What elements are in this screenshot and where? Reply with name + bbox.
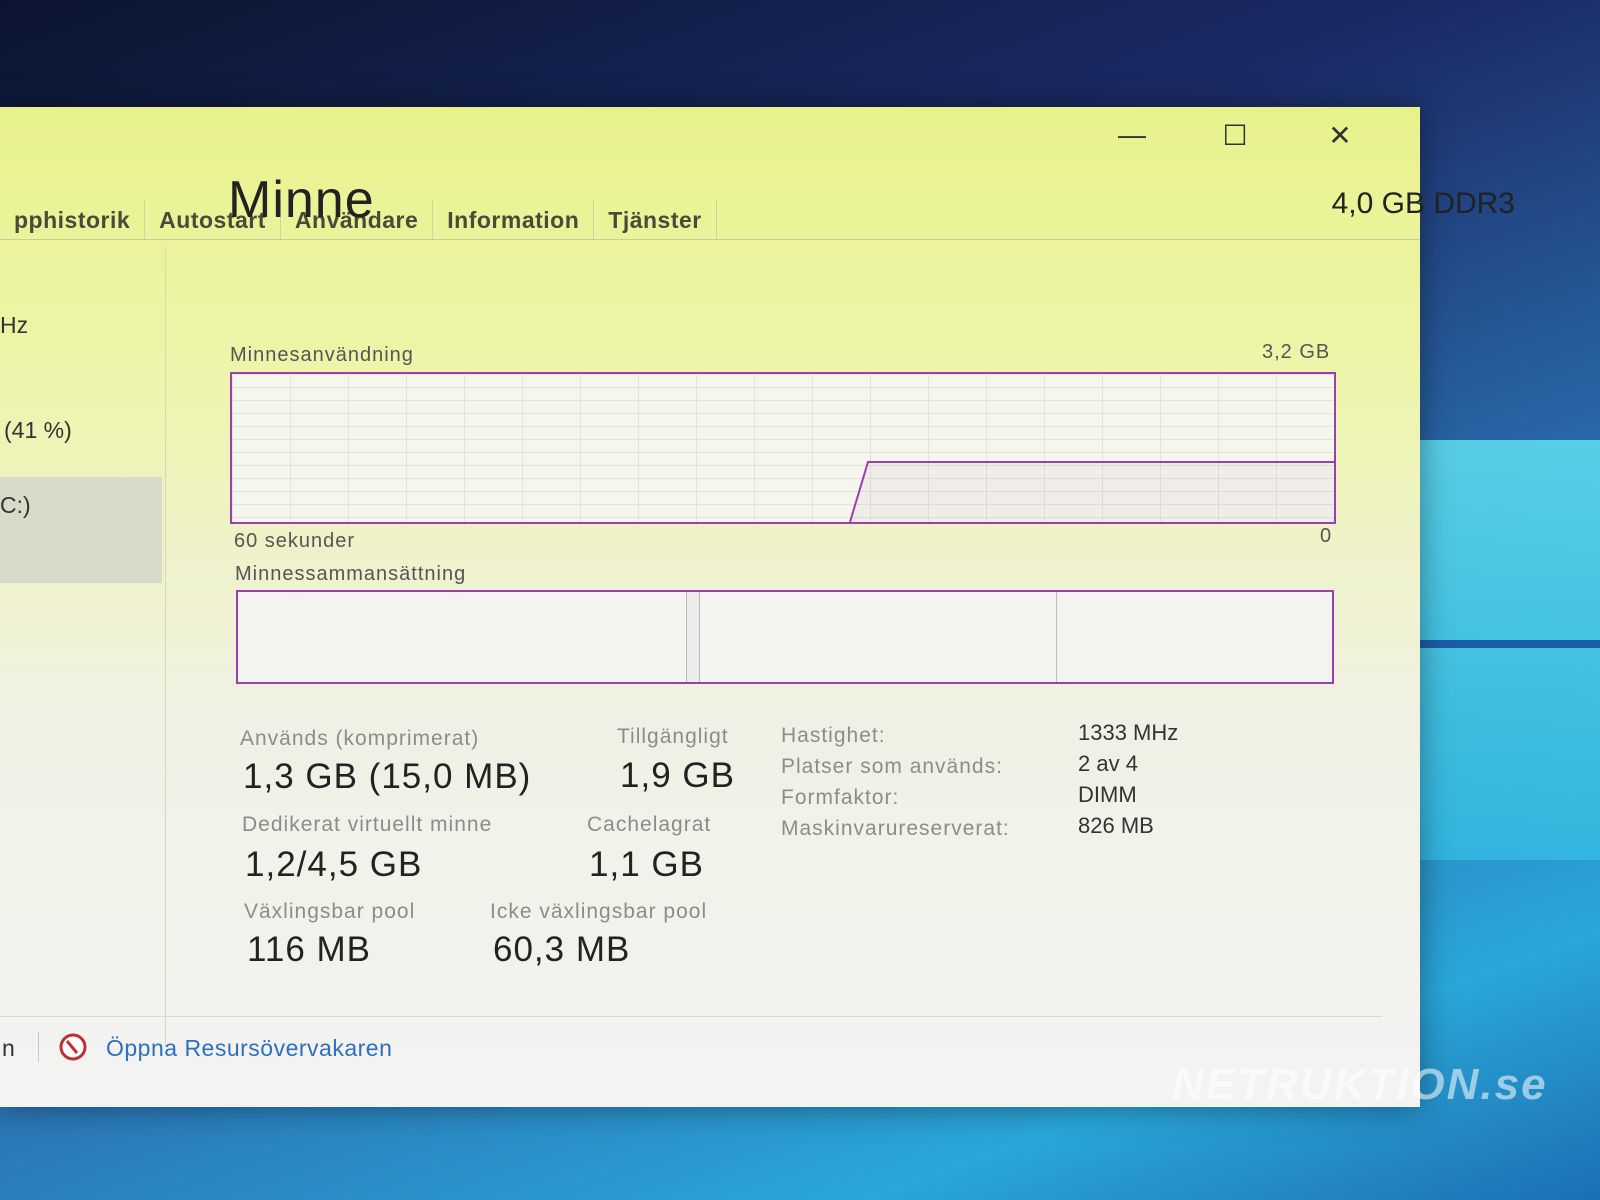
- performance-sidebar: Hz (41 %) C:): [0, 247, 166, 1047]
- hardware-reserved-label: Maskinvarureserverat:: [781, 817, 1010, 840]
- sidebar-item-cpu[interactable]: Hz: [0, 312, 28, 339]
- memory-usage-graph: [230, 372, 1336, 524]
- tab-bar: pphistorik Autostart Användare Informati…: [0, 199, 1420, 240]
- cached-label: Cachelagrat: [587, 813, 712, 836]
- nonpaged-value: 60,3 MB: [493, 930, 631, 969]
- memory-usage-line: [849, 461, 1334, 522]
- form-factor-label: Formfaktor:: [781, 786, 900, 809]
- used-label: Används (komprimerat): [240, 727, 480, 750]
- available-label: Tillgängligt: [617, 725, 729, 748]
- maximize-button[interactable]: ☐: [1200, 115, 1270, 155]
- used-value: 1,3 GB (15,0 MB): [243, 757, 532, 796]
- speed-value: 1333 MHz: [1078, 720, 1179, 745]
- hardware-reserved-value: 826 MB: [1078, 813, 1154, 838]
- committed-value: 1,2/4,5 GB: [245, 845, 423, 884]
- paged-label: Växlingsbar pool: [244, 900, 416, 923]
- usage-max-label: 3,2 GB: [1262, 341, 1331, 363]
- usage-label: Minnesanvändning: [230, 344, 414, 366]
- composition-segment-divider: [1056, 592, 1057, 682]
- sidebar-item-memory[interactable]: (41 %): [4, 417, 72, 444]
- open-resource-monitor-link[interactable]: Öppna Resursövervakaren: [106, 1035, 392, 1062]
- graph-zero-label: 0: [1320, 525, 1333, 547]
- available-value: 1,9 GB: [620, 756, 735, 795]
- watermark-logo: NETRUKTION.se: [1172, 1060, 1548, 1109]
- sidebar-item-disk[interactable]: C:): [0, 492, 31, 519]
- form-factor-value: DIMM: [1078, 782, 1137, 807]
- speed-label: Hastighet:: [781, 724, 886, 747]
- footer-separator: [38, 1032, 39, 1062]
- resource-monitor-icon[interactable]: [55, 1032, 91, 1062]
- title-bar[interactable]: — ☐ ✕: [0, 107, 1420, 192]
- memory-composition-bar: [236, 590, 1334, 684]
- cached-value: 1,1 GB: [589, 845, 704, 884]
- tab-details[interactable]: Information: [433, 199, 595, 239]
- nonpaged-label: Icke växlingsbar pool: [490, 900, 708, 923]
- paged-value: 116 MB: [247, 930, 372, 969]
- slots-value: 2 av 4: [1078, 751, 1138, 776]
- footer-fewer-details[interactable]: n: [2, 1035, 15, 1062]
- tab-services[interactable]: Tjänster: [594, 199, 717, 239]
- footer-divider: [0, 1016, 1382, 1017]
- composition-segment-inuse: [686, 592, 700, 682]
- close-button[interactable]: ✕: [1305, 115, 1375, 155]
- minimize-button[interactable]: —: [1097, 115, 1167, 155]
- graph-time-label: 60 sekunder: [234, 530, 356, 552]
- tab-app-history[interactable]: pphistorik: [0, 199, 146, 239]
- slots-label: Platser som används:: [781, 755, 1003, 778]
- page-title: Minne: [228, 171, 375, 229]
- memory-total: 4,0 GB DDR3: [1331, 187, 1515, 220]
- composition-label: Minnessammansättning: [235, 563, 467, 585]
- committed-label: Dedikerat virtuellt minne: [242, 813, 493, 836]
